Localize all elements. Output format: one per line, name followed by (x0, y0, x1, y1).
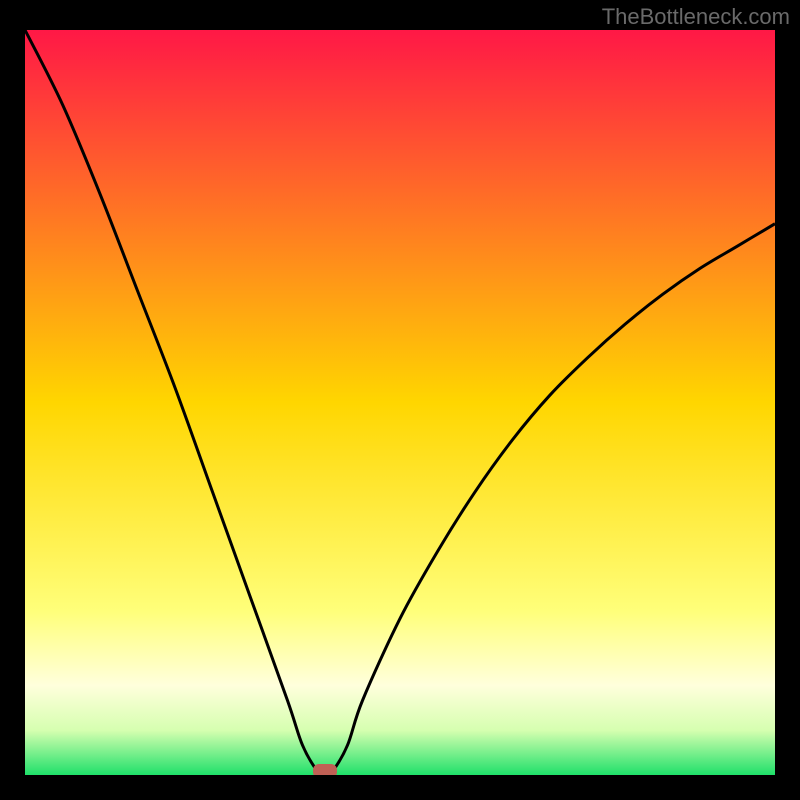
plot-area (25, 30, 775, 775)
bottleneck-curve-chart (25, 30, 775, 775)
gradient-background (25, 30, 775, 775)
chart-container: TheBottleneck.com (0, 0, 800, 800)
optimum-marker (313, 764, 337, 775)
attribution-text: TheBottleneck.com (602, 4, 790, 30)
